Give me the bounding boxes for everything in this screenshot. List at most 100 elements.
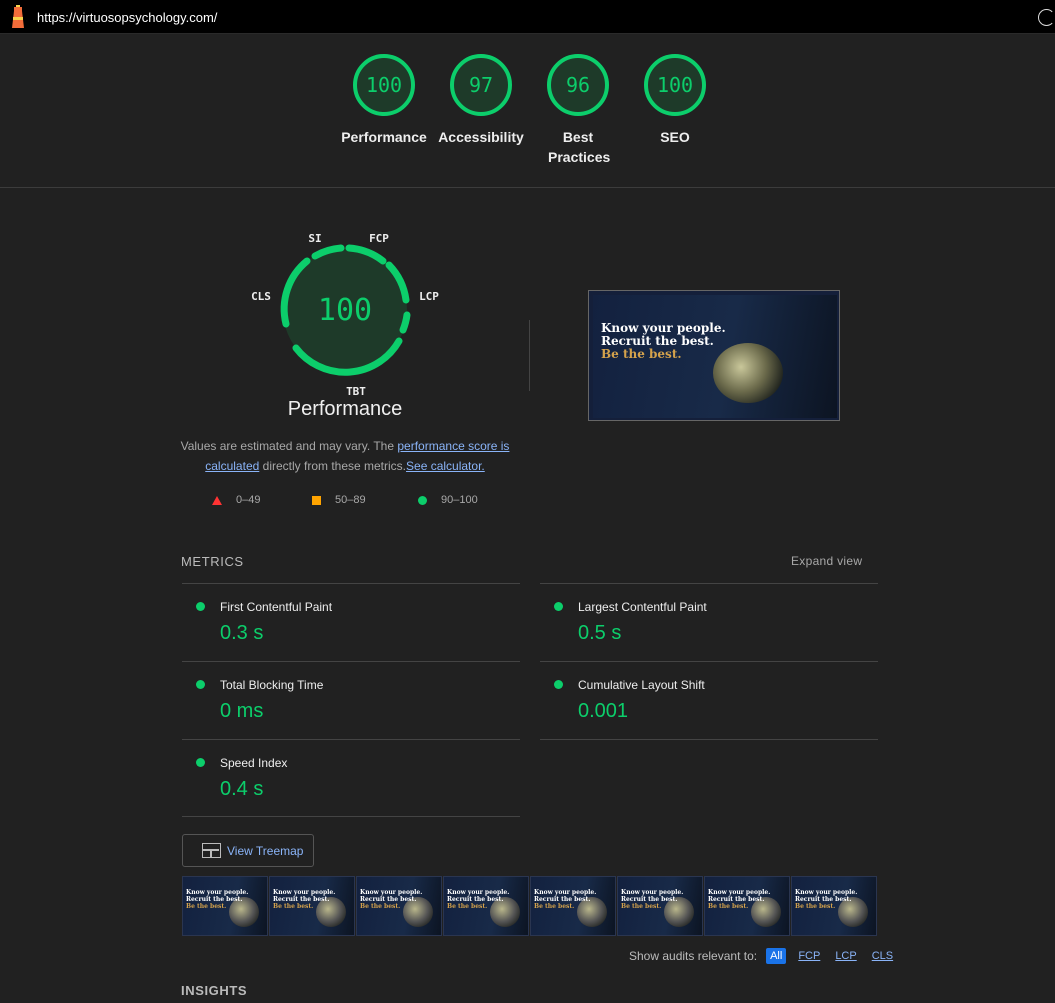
frame-headline: Know your people.: [360, 889, 423, 896]
metric-value: 0.5 s: [578, 622, 622, 644]
ball-image: [713, 343, 783, 403]
disclaimer-text: Values are estimated and may vary. The: [180, 439, 395, 453]
gauge-seo[interactable]: 100 SEO: [625, 52, 725, 147]
frame-headline: Know your people.: [534, 889, 597, 896]
score-gauge-icon: 96: [547, 54, 609, 116]
tools-menu-icon[interactable]: [1038, 9, 1055, 26]
performance-title: Performance: [287, 398, 403, 420]
legend-pass: 90–100: [418, 494, 478, 506]
legend-fail: 0–49: [212, 494, 260, 506]
divider: [529, 320, 530, 391]
metric-divider: [182, 816, 520, 817]
metric-name: Cumulative Layout Shift: [578, 678, 705, 692]
filter-chip-all[interactable]: All: [766, 948, 787, 964]
metric-value: 0.001: [578, 700, 629, 722]
frame-headline: Be the best.: [360, 903, 401, 910]
frame-headline: Know your people.: [795, 889, 858, 896]
pass-circle-icon: [554, 602, 563, 611]
frame-headline: Know your people.: [447, 889, 510, 896]
metric-divider: [540, 739, 878, 740]
frame-headline: Know your people.: [273, 889, 336, 896]
pass-circle-icon: [418, 495, 427, 505]
filter-chip-lcp[interactable]: LCP: [832, 948, 859, 964]
filmstrip-frame: Know your people. Recruit the best. Be the…: [791, 876, 877, 936]
frame-headline: Recruit the best.: [273, 896, 330, 903]
frame-headline: Recruit the best.: [447, 896, 504, 903]
screenshot-image: Know your people. Recruit the best. Be t…: [593, 295, 837, 418]
filmstrip-frame: Know your people. Recruit the best. Be the…: [269, 876, 355, 936]
frame-headline: Recruit the best.: [534, 896, 591, 903]
score-disclaimer: Values are estimated and may vary. The p…: [170, 436, 520, 476]
filmstrip-frame: Know your people. Recruit the best. Be the…: [530, 876, 616, 936]
see-calculator-link[interactable]: See calculator.: [406, 459, 485, 473]
frame-headline: Recruit the best.: [360, 896, 417, 903]
filmstrip-frame: Know your people. Recruit the best. Be the…: [182, 876, 268, 936]
pass-circle-icon: [554, 680, 563, 689]
lighthouse-logo-icon: [12, 5, 24, 28]
metric-value: 0.3 s: [220, 622, 264, 644]
audit-filter: Show audits relevant to: All FCP LCP CLS: [629, 948, 896, 964]
treemap-label: View Treemap: [227, 844, 304, 858]
filter-chip-fcp[interactable]: FCP: [795, 948, 823, 964]
page-url[interactable]: https://virtuosopsychology.com/: [37, 10, 217, 25]
metric-cls: Cumulative Layout Shift 0.001: [540, 661, 878, 739]
score-gauge-icon: 97: [450, 54, 512, 116]
filmstrip-frame: Know your people. Recruit the best. Be the…: [356, 876, 442, 936]
url-bar: https://virtuosopsychology.com/: [0, 0, 1055, 34]
gauge-accessibility[interactable]: 97 Accessibility: [431, 52, 531, 147]
metric-si: Speed Index 0.4 s: [182, 739, 520, 817]
gauge-score: 96: [566, 73, 590, 97]
gauge-label: Performance: [341, 129, 427, 145]
category-summary: 100 Performance 97 Accessibility 96 Best…: [0, 34, 1055, 188]
gauge-score: 100: [657, 73, 693, 97]
legend-average: 50–89: [312, 494, 366, 506]
frame-headline: Know your people.: [708, 889, 771, 896]
performance-gauge: 100 SI FCP LCP CLS TBT: [251, 232, 439, 398]
pass-circle-icon: [196, 758, 205, 767]
filmstrip-frame: Know your people. Recruit the best. Be the…: [617, 876, 703, 936]
gauge-label-cls: CLS: [251, 290, 271, 303]
frame-headline: Recruit the best.: [186, 896, 243, 903]
filmstrip-frame: Know your people. Recruit the best. Be the…: [443, 876, 529, 936]
view-treemap-button[interactable]: View Treemap: [182, 834, 314, 867]
frame-headline: Recruit the best.: [795, 896, 852, 903]
gauge-performance[interactable]: 100 Performance: [334, 52, 434, 147]
frame-headline: Be the best.: [447, 903, 488, 910]
pass-circle-icon: [196, 680, 205, 689]
gauge-label: Best Practices: [548, 129, 611, 165]
frame-headline: Know your people.: [621, 889, 684, 896]
gauge-best-practices[interactable]: 96 Best Practices: [528, 52, 628, 167]
gauge-label-si: SI: [308, 232, 321, 245]
score-gauge-icon: 100: [644, 54, 706, 116]
performance-score: 100: [318, 293, 372, 328]
treemap-icon: [202, 843, 221, 858]
frame-headline: Be the best.: [534, 903, 575, 910]
gauge-score: 97: [469, 73, 493, 97]
frame-headline: Be the best.: [186, 903, 227, 910]
gauge-label-tbt: TBT: [346, 385, 366, 398]
metric-fcp: First Contentful Paint 0.3 s: [182, 583, 520, 661]
filter-chip-cls[interactable]: CLS: [869, 948, 896, 964]
frame-headline: Recruit the best.: [621, 896, 678, 903]
frame-headline: Know your people.: [186, 889, 249, 896]
fail-triangle-icon: [212, 495, 222, 505]
metric-lcp: Largest Contentful Paint 0.5 s: [540, 583, 878, 661]
average-square-icon: [312, 495, 321, 505]
shot-headline-3: Be the best.: [601, 347, 682, 361]
audit-filter-label: Show audits relevant to:: [629, 949, 758, 963]
frame-headline: Recruit the best.: [708, 896, 765, 903]
score-gauge-icon: 100: [353, 54, 415, 116]
frame-headline: Be the best.: [795, 903, 836, 910]
metric-value: 0.4 s: [220, 778, 264, 800]
frame-headline: Be the best.: [273, 903, 314, 910]
gauge-label: SEO: [660, 129, 690, 145]
disclaimer-text-mid: directly from these metrics.: [262, 459, 407, 473]
gauge-label-lcp: LCP: [419, 290, 439, 303]
metric-name: Largest Contentful Paint: [578, 600, 707, 614]
metrics-header: METRICS: [181, 554, 244, 569]
expand-view-toggle[interactable]: Expand view: [791, 554, 862, 568]
insights-header: INSIGHTS: [181, 983, 248, 998]
final-screenshot[interactable]: Know your people. Recruit the best. Be t…: [588, 290, 840, 421]
frame-headline: Be the best.: [621, 903, 662, 910]
filmstrip-frame: Know your people. Recruit the best. Be the…: [704, 876, 790, 936]
